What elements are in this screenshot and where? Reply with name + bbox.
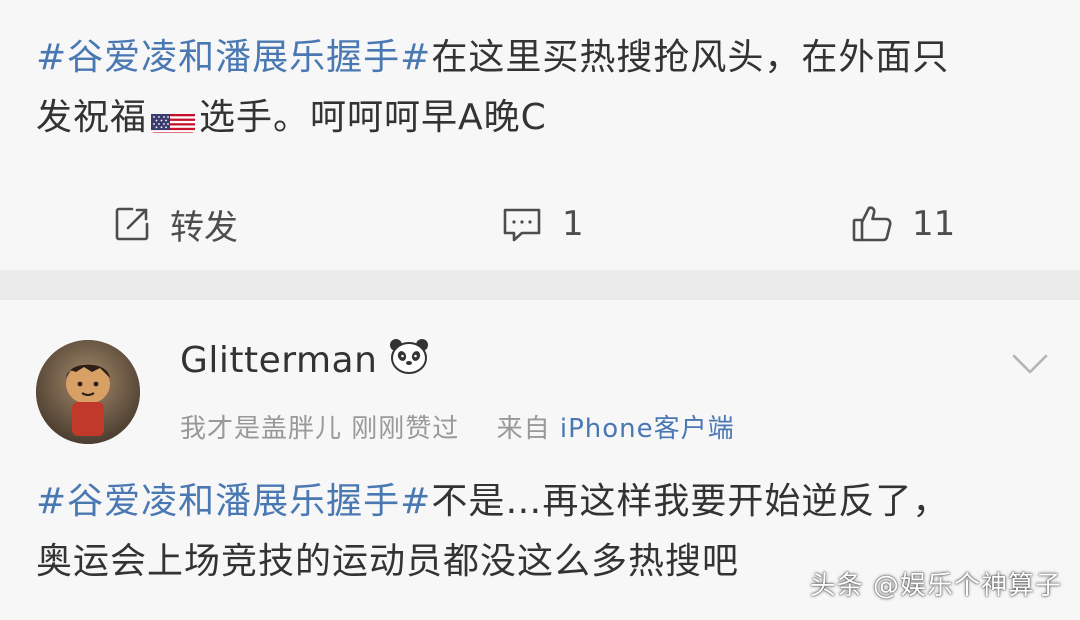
post-text-line2b: 选手。呵呵呵早A晚C [199, 97, 547, 138]
comment-text-line1: 不是…再这样我要开始逆反了， [431, 481, 950, 522]
source-link[interactable]: iPhone客户端 [560, 414, 735, 444]
comment-text-line2: 奥运会上场竞技的运动员都没这么多热搜吧 [36, 541, 740, 582]
post-text-line2a: 发祝福 [36, 97, 148, 138]
comment-icon [500, 204, 544, 244]
post-body: #谷爱凌和潘展乐握手#在这里买热搜抢风头，在外面只 发祝福 选手。呵呵呵早A晚C [36, 28, 1036, 148]
chevron-down-icon[interactable] [1010, 352, 1050, 380]
section-divider [0, 270, 1080, 300]
comment-author[interactable]: Glitterman [180, 338, 429, 383]
comment-count: 1 [562, 204, 584, 244]
like-button[interactable]: 11 [850, 196, 955, 252]
repost-label: 转发 [170, 207, 238, 248]
repost-icon [112, 204, 152, 244]
comment-meta: 我才是盖胖儿 刚刚赞过 来自 iPhone客户端 [180, 408, 735, 445]
post-hashtag-link[interactable]: #谷爱凌和潘展乐握手# [36, 37, 431, 78]
repost-button[interactable]: 转发 [112, 196, 238, 252]
meta-name: 我才是盖胖儿 [180, 414, 343, 444]
post-text-line1: 在这里买热搜抢风头，在外面只 [431, 37, 950, 78]
action-bar: 转发 1 11 [0, 196, 1080, 252]
thumbs-up-icon [850, 203, 894, 245]
weibo-screenshot: #谷爱凌和潘展乐握手#在这里买热搜抢风头，在外面只 发祝福 选手。呵呵呵早A晚C [0, 0, 1080, 620]
us-flag-icon [151, 103, 196, 133]
meta-liked: 刚刚赞过 [351, 414, 460, 444]
username[interactable]: Glitterman [180, 340, 377, 381]
comment-hashtag-link[interactable]: #谷爱凌和潘展乐握手# [36, 481, 431, 522]
like-count: 11 [912, 204, 956, 244]
source-prefix: 来自 [496, 414, 551, 444]
comment-button[interactable]: 1 [500, 196, 584, 252]
avatar[interactable] [36, 340, 140, 444]
watermark: 头条 @娱乐个神算子 [809, 571, 1062, 601]
panda-icon [389, 338, 429, 383]
